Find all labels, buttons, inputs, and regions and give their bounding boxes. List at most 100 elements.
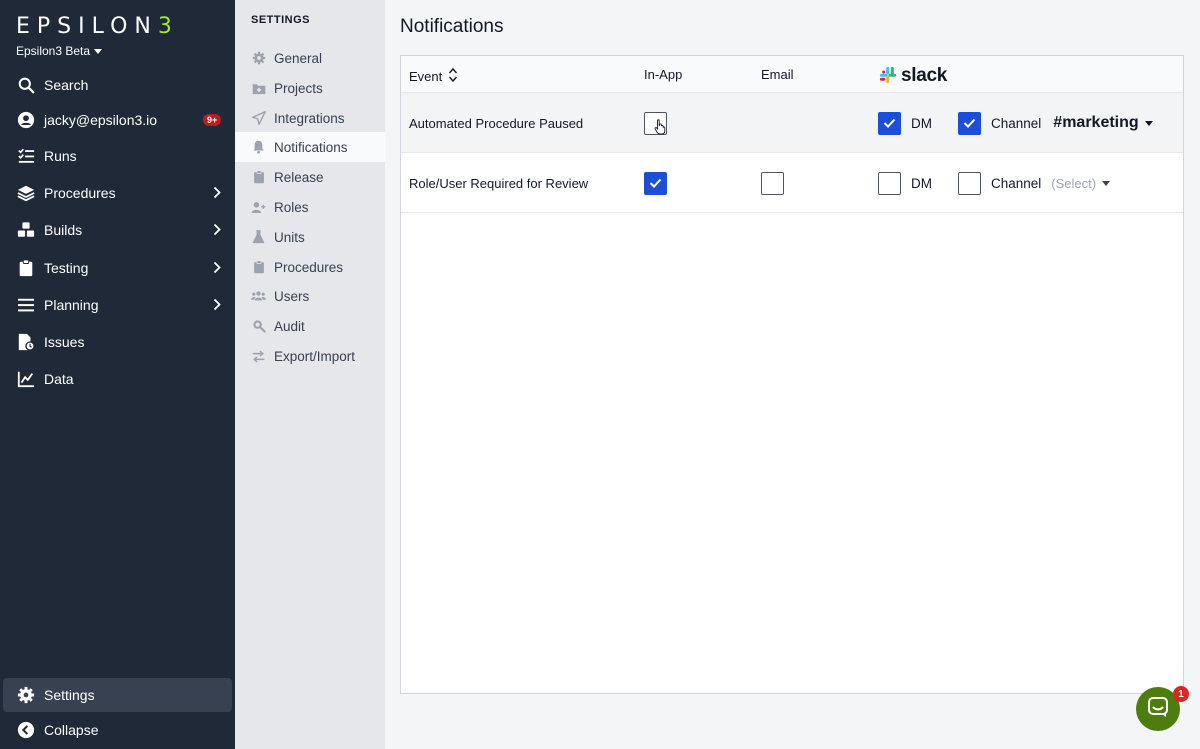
gear-icon [17, 686, 35, 704]
nav-issues[interactable]: Issues [0, 324, 235, 360]
channel-select[interactable]: #marketing [1053, 114, 1153, 132]
channel-selected-value: #marketing [1053, 114, 1139, 131]
submenu-label: Projects [274, 80, 323, 96]
nav-data-label: Data [44, 371, 74, 387]
channel-label: Channel [991, 115, 1042, 131]
slack-logo-icon [879, 66, 897, 87]
submenu-title: SETTINGS [251, 14, 311, 26]
submenu-item-roles[interactable]: Roles [235, 192, 385, 222]
workspace-switcher[interactable]: Epsilon3 Beta [16, 44, 103, 58]
nav-collapse[interactable]: Collapse [0, 712, 235, 748]
in-app-checkbox[interactable] [644, 111, 667, 138]
submenu-label: Integrations [274, 110, 345, 126]
submenu-item-general[interactable]: General [235, 43, 385, 73]
paper-plane-icon [251, 111, 266, 126]
search-icon [17, 76, 35, 94]
nav-runs[interactable]: Runs [0, 138, 235, 174]
chevron-left-circle-icon [17, 721, 35, 739]
chevron-right-icon [213, 223, 221, 239]
nav-testing-label: Testing [44, 260, 89, 276]
nav-testing[interactable]: Testing [0, 250, 235, 286]
table-row: Role/User Required for Review DM Channel… [401, 153, 1183, 213]
email-column-header: Email [761, 67, 794, 82]
submenu-label: Export/Import [274, 348, 356, 364]
in-app-column-header: In-App [644, 67, 683, 82]
event-name: Automated Procedure Paused [409, 115, 584, 131]
user-plus-icon [251, 200, 266, 215]
slack-channel-cell: Channel (Select) [958, 153, 1111, 213]
dm-checkbox[interactable] [878, 111, 901, 135]
in-app-cell [644, 93, 667, 153]
email-checkbox[interactable] [761, 171, 784, 195]
clipboard-icon [251, 170, 266, 185]
nav-search-label: Search [44, 77, 89, 93]
checklist-icon [17, 147, 35, 165]
channel-checkbox[interactable] [958, 171, 981, 195]
submenu-label: Units [274, 229, 305, 245]
dm-checkbox[interactable] [878, 171, 901, 195]
nav-planning-label: Planning [44, 297, 99, 313]
channel-label: Channel [991, 175, 1042, 191]
cubes-icon [17, 221, 35, 239]
submenu-item-integrations[interactable]: Integrations [235, 103, 385, 133]
submenu-label: Roles [274, 199, 309, 215]
search-magnify-icon [251, 319, 266, 334]
nav-user-label: jacky@epsilon3.io [44, 112, 158, 128]
submenu-item-notifications[interactable]: Notifications [235, 132, 385, 162]
submenu-item-projects[interactable]: Projects [235, 73, 385, 103]
table-header: Event In-App Email slack [401, 56, 1183, 93]
notification-count-badge: 9+ [203, 114, 222, 126]
in-app-cell [644, 153, 667, 213]
dm-label: DM [911, 115, 932, 131]
channel-checkbox[interactable] [958, 111, 981, 135]
channel-placeholder: (Select) [1051, 175, 1097, 191]
logo-text: EPSILON [16, 14, 158, 39]
slack-column-header: slack [879, 65, 947, 87]
submenu-label: Audit [274, 318, 305, 334]
layers-icon [17, 184, 35, 202]
caret-down-icon [1102, 180, 1111, 186]
page-title: Notifications [400, 16, 504, 37]
bell-icon [251, 140, 266, 155]
caret-down-icon [94, 48, 103, 54]
submenu-label: Notifications [274, 139, 348, 155]
nav-collapse-label: Collapse [44, 722, 99, 738]
main-content: Notifications Event In-App Email slack A… [385, 0, 1200, 749]
user-circle-icon [17, 111, 35, 129]
in-app-checkbox[interactable] [644, 171, 667, 195]
submenu-item-export-import[interactable]: Export/Import [235, 341, 385, 371]
slack-wordmark: slack [901, 65, 948, 86]
chevron-right-icon [213, 261, 221, 277]
pointer-cursor-icon [654, 118, 666, 138]
nav-settings[interactable]: Settings [0, 677, 235, 713]
chat-unread-badge: 1 [1173, 686, 1189, 702]
nav-procedures[interactable]: Procedures [0, 175, 235, 211]
line-chart-icon [17, 370, 35, 388]
slack-dm-cell: DM [878, 93, 932, 153]
dm-label: DM [911, 175, 932, 191]
event-column-header[interactable]: Event [409, 67, 458, 86]
settings-submenu: SETTINGS General Projects Integrations N… [235, 0, 385, 749]
nav-builds[interactable]: Builds [0, 212, 235, 248]
epsilon3-logo[interactable]: EPSILON3 [16, 14, 179, 39]
submenu-item-units[interactable]: Units [235, 222, 385, 252]
nav-planning[interactable]: Planning [0, 287, 235, 323]
file-clock-icon [17, 333, 35, 351]
notifications-table: Event In-App Email slack Automated Proce… [400, 55, 1184, 694]
nav-procedures-label: Procedures [44, 185, 116, 201]
sort-icon [448, 67, 458, 86]
nav-data[interactable]: Data [0, 361, 235, 397]
submenu-label: Procedures [274, 259, 344, 275]
submenu-item-audit[interactable]: Audit [235, 311, 385, 341]
nav-search[interactable]: Search [0, 67, 235, 103]
nav-user[interactable]: jacky@epsilon3.io 9+ [0, 102, 235, 138]
event-header-label: Event [409, 69, 443, 84]
submenu-item-release[interactable]: Release [235, 162, 385, 192]
submenu-item-procedures[interactable]: Procedures [235, 252, 385, 282]
channel-select[interactable]: (Select) [1051, 175, 1111, 191]
folder-plus-icon [251, 81, 266, 96]
email-cell [761, 153, 784, 213]
submenu-label: General [274, 50, 323, 66]
submenu-item-users[interactable]: Users [235, 281, 385, 311]
logo-accent: 3 [157, 14, 179, 39]
